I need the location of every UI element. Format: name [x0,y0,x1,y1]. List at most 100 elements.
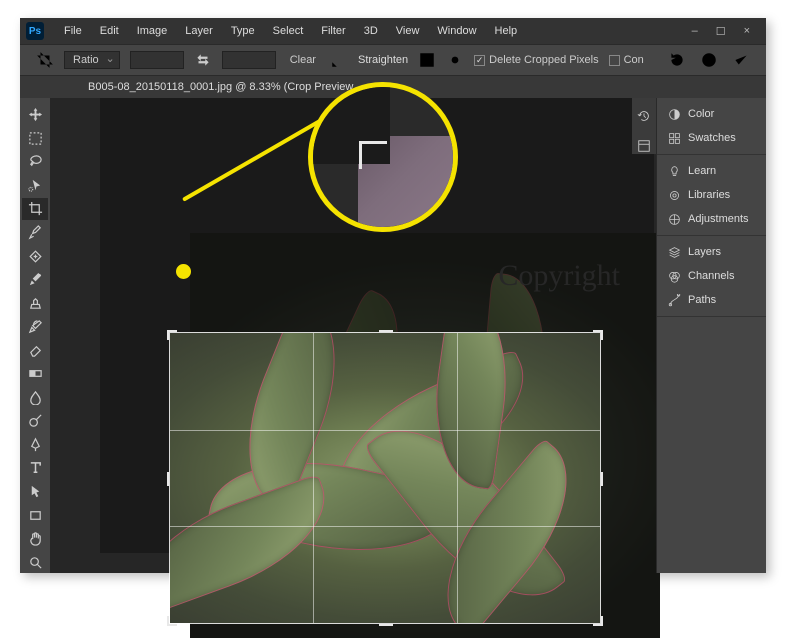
checkbox-checked-icon: ✓ [474,55,485,66]
menu-window[interactable]: Window [429,22,484,40]
window-minimize[interactable]: – [692,25,698,38]
options-bar: Ratio Clear Straighten ✓ Delete Cropped … [20,44,766,76]
crop-settings-icon[interactable] [446,51,464,69]
crop-preview-area [170,333,600,623]
panel-paths[interactable]: Paths [657,288,766,312]
marquee-tool[interactable] [22,128,48,150]
layers-icon [667,245,681,259]
crop-handle-b[interactable] [379,622,393,626]
commit-crop-icon[interactable] [732,51,750,69]
crop-handle-tl[interactable] [167,330,177,340]
channels-icon [667,269,681,283]
panel-libraries[interactable]: Libraries [657,183,766,207]
menu-type[interactable]: Type [223,22,263,40]
lasso-tool[interactable] [22,151,48,173]
delete-cropped-label: Delete Cropped Pixels [489,54,598,66]
menu-filter[interactable]: Filter [313,22,353,40]
panel-label: Paths [688,294,716,306]
panel-label: Swatches [688,132,736,144]
lightbulb-icon [667,164,681,178]
document-tab[interactable]: B005-08_20150118_0001.jpg @ 8.33% (Crop … [82,79,362,95]
dodge-tool[interactable] [22,410,48,432]
rectangle-tool[interactable] [22,504,48,526]
tools-panel [20,98,50,573]
panel-label: Color [688,108,714,120]
crop-handle-br[interactable] [593,616,603,626]
adjustments-icon [667,212,681,226]
menu-image[interactable]: Image [129,22,176,40]
crop-ratio-select[interactable]: Ratio [64,51,120,69]
blur-tool[interactable] [22,387,48,409]
cancel-crop-icon[interactable] [700,51,718,69]
panel-color[interactable]: Color [657,102,766,126]
panel-label: Layers [688,246,721,258]
path-select-tool[interactable] [22,481,48,503]
crop-clear-button[interactable]: Clear [286,52,320,68]
crop-handle-t[interactable] [379,330,393,334]
crop-marquee[interactable] [170,333,600,623]
menu-edit[interactable]: Edit [92,22,127,40]
crop-handle-tr[interactable] [593,330,603,340]
crop-height-field[interactable] [222,51,276,69]
crop-tool-icon [36,51,54,69]
swap-dimensions-icon[interactable] [194,51,212,69]
menu-help[interactable]: Help [487,22,526,40]
gradient-tool[interactable] [22,363,48,385]
window-close[interactable]: × [744,25,750,38]
panels-dock: Color Swatches Learn Libraries Adjustmen… [656,98,766,573]
panel-label: Adjustments [688,213,749,225]
spot-heal-tool[interactable] [22,245,48,267]
menu-view[interactable]: View [388,22,428,40]
app-window: Ps File Edit Image Layer Type Select Fil… [20,18,766,573]
straighten-icon[interactable] [330,51,348,69]
crop-tool[interactable] [22,198,48,220]
panel-label: Libraries [688,189,730,201]
properties-icon[interactable] [636,138,652,154]
hand-tool[interactable] [22,528,48,550]
panel-swatches[interactable]: Swatches [657,126,766,150]
delete-cropped-option[interactable]: ✓ Delete Cropped Pixels [474,54,598,66]
panel-channels[interactable]: Channels [657,264,766,288]
zoom-tool[interactable] [22,551,48,573]
cc-libraries-icon [667,188,681,202]
copyright-watermark: Copyright [498,259,620,293]
paths-icon [667,293,681,307]
app-logo: Ps [26,22,44,40]
clone-stamp-tool[interactable] [22,292,48,314]
color-wheel-icon [667,107,681,121]
crop-handle-r[interactable] [599,472,603,486]
pen-tool[interactable] [22,434,48,456]
move-tool[interactable] [22,104,48,126]
brush-tool[interactable] [22,269,48,291]
workspace: Copyright [50,98,656,573]
type-tool[interactable] [22,457,48,479]
content-aware-option[interactable]: Con [609,54,644,66]
eyedropper-tool[interactable] [22,222,48,244]
panel-adjustments[interactable]: Adjustments [657,207,766,231]
checkbox-unchecked-icon [609,55,620,66]
menu-layer[interactable]: Layer [177,22,221,40]
menu-select[interactable]: Select [265,22,312,40]
straighten-label[interactable]: Straighten [358,54,408,66]
history-icon[interactable] [636,108,652,124]
menu-3d[interactable]: 3D [356,22,386,40]
panel-learn[interactable]: Learn [657,159,766,183]
panel-label: Channels [688,270,734,282]
crop-overlay-icon[interactable] [418,51,436,69]
collapsed-panel-strip [632,98,656,154]
crop-width-field[interactable] [130,51,184,69]
reset-crop-icon[interactable] [668,51,686,69]
document-tab-bar: B005-08_20150118_0001.jpg @ 8.33% (Crop … [20,76,766,98]
panel-layers[interactable]: Layers [657,240,766,264]
window-maximize[interactable]: ☐ [716,25,726,38]
panel-label: Learn [688,165,716,177]
history-brush-tool[interactable] [22,316,48,338]
crop-handle-bl[interactable] [167,616,177,626]
menu-bar: Ps File Edit Image Layer Type Select Fil… [20,18,766,44]
eraser-tool[interactable] [22,339,48,361]
crop-handle-l[interactable] [167,472,171,486]
quick-select-tool[interactable] [22,175,48,197]
swatches-icon [667,131,681,145]
menu-file[interactable]: File [56,22,90,40]
content-aware-label: Con [624,54,644,66]
